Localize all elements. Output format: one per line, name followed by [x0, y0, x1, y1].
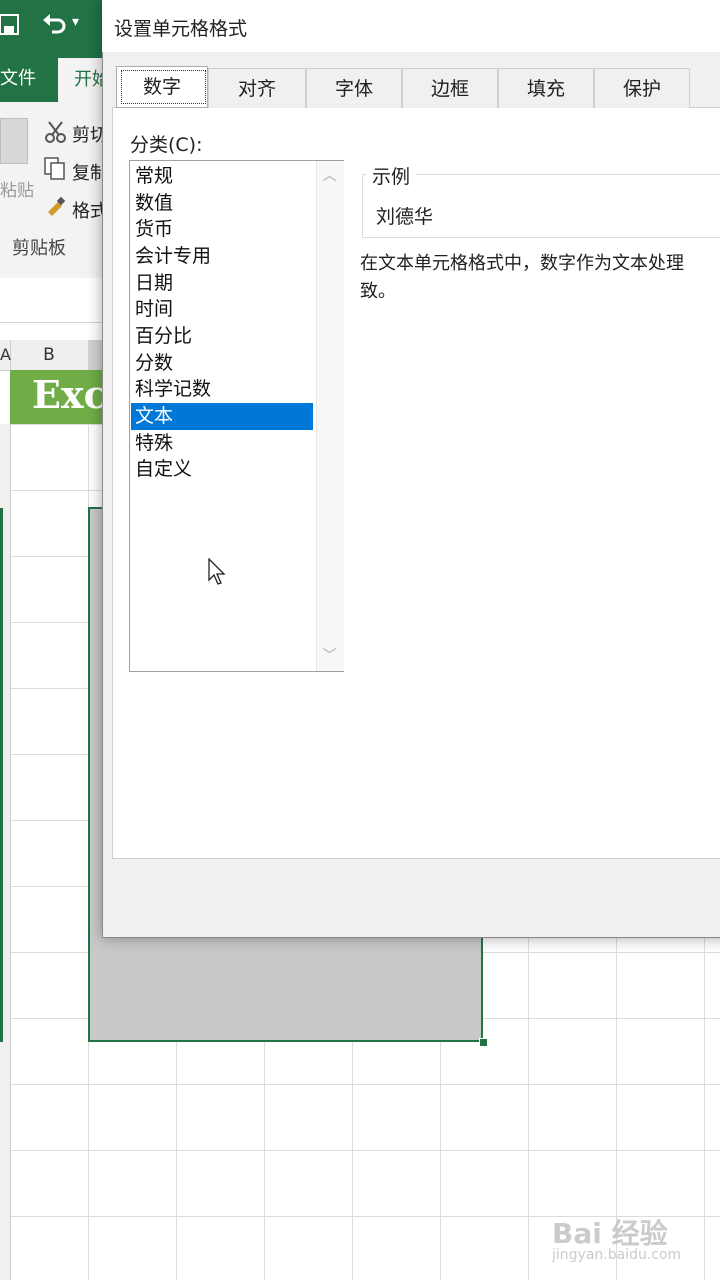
- category-item-accounting[interactable]: 会计专用: [131, 243, 313, 270]
- tab-file[interactable]: 文件: [0, 56, 36, 102]
- baidu-watermark: Bai 经验: [552, 1217, 668, 1250]
- paste-button-label[interactable]: 粘贴: [0, 176, 34, 201]
- category-item-scientific[interactable]: 科学记数: [131, 376, 313, 403]
- tab-alignment[interactable]: 对齐: [208, 68, 306, 108]
- scroll-down-arrow-icon[interactable]: ﹀: [316, 642, 343, 670]
- tab-protection[interactable]: 保护: [594, 68, 690, 108]
- tab-border[interactable]: 边框: [402, 68, 498, 108]
- paste-icon[interactable]: [0, 118, 28, 164]
- undo-dropdown-icon[interactable]: ▾: [72, 14, 79, 30]
- clipboard-group-label: 剪贴板: [12, 238, 66, 259]
- undo-icon[interactable]: [42, 12, 68, 42]
- column-header-b[interactable]: B: [10, 340, 89, 370]
- category-item-general[interactable]: 常规: [131, 163, 313, 190]
- category-item-date[interactable]: 日期: [131, 270, 313, 297]
- save-icon[interactable]: [0, 14, 20, 42]
- category-label: 分类(C):: [130, 134, 203, 156]
- tab-fill[interactable]: 填充: [498, 68, 594, 108]
- category-item-text[interactable]: 文本: [131, 403, 313, 430]
- category-description: 在文本单元格格式中，数字作为文本处理 致。: [360, 250, 720, 306]
- category-item-currency[interactable]: 货币: [131, 216, 313, 243]
- category-item-percentage[interactable]: 百分比: [131, 323, 313, 350]
- sample-legend: 示例: [366, 162, 417, 189]
- category-scrollbar[interactable]: [316, 161, 344, 671]
- fill-handle[interactable]: [479, 1038, 488, 1047]
- dialog-title: 设置单元格格式: [114, 18, 248, 40]
- category-item-fraction[interactable]: 分数: [131, 350, 313, 377]
- description-line-2: 致。: [360, 281, 396, 302]
- tab-font[interactable]: 字体: [306, 68, 402, 108]
- category-item-custom[interactable]: 自定义: [131, 456, 313, 483]
- baidu-watermark-url: jingyan.baidu.com: [552, 1247, 682, 1263]
- scroll-up-arrow-icon[interactable]: ︿: [316, 162, 343, 190]
- category-item-number[interactable]: 数值: [131, 190, 313, 217]
- sample-value: 刘德华: [376, 206, 434, 228]
- copy-icon: [44, 157, 66, 185]
- mouse-pointer-icon: [208, 557, 228, 586]
- category-item-time[interactable]: 时间: [131, 296, 313, 323]
- banner-text: Exc: [32, 372, 107, 417]
- cut-icon: [44, 120, 68, 148]
- tab-focus-ring: [121, 70, 206, 104]
- format-painter-icon: [44, 196, 68, 222]
- row-selection-marker: [0, 508, 3, 1042]
- category-item-special[interactable]: 特殊: [131, 430, 313, 457]
- description-line-1: 在文本单元格格式中，数字作为文本处理: [360, 253, 684, 274]
